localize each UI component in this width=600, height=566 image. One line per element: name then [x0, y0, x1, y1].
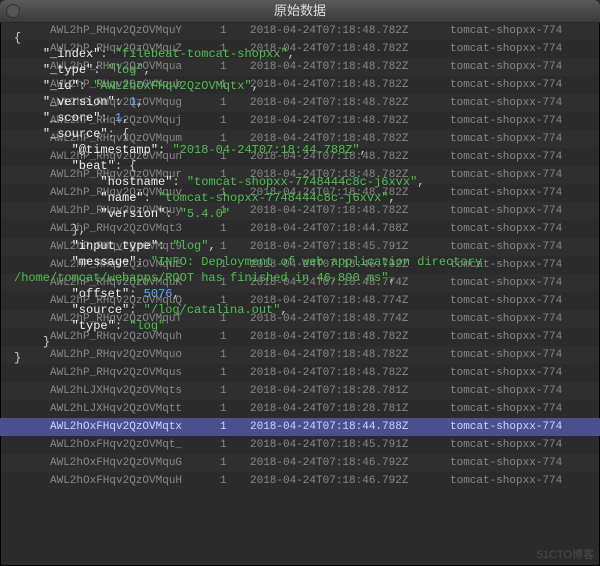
- row-timestamp: 2018-04-24T07:18:48.782Z: [250, 112, 450, 130]
- row-timestamp: 2018-04-24T07:18:48.782Z: [250, 364, 450, 382]
- table-row[interactable]: AWL2hP_RHqv2QzOVMqus12018-04-24T07:18:48…: [0, 364, 600, 382]
- row-timestamp: 2018-04-24T07:18:45.791Z: [250, 436, 450, 454]
- row-count: 1: [220, 472, 250, 490]
- row-timestamp: 2018-04-24T07:18:44.788Z: [250, 220, 450, 238]
- row-id: AWL2hOxFHqv2QzOVMquH: [0, 472, 220, 490]
- table-row[interactable]: AWL2hP_RHqv2QzOVMquo12018-04-24T07:18:48…: [0, 346, 600, 364]
- row-id: AWL2hOxFHqv2QzOVMquG: [0, 454, 220, 472]
- row-timestamp: 2018-04-24T07:18:45.791Z: [250, 238, 450, 256]
- row-host: tomcat-shopxx-774: [450, 112, 600, 130]
- table-row[interactable]: AWL2hP_RHqv2QzOVMqt312018-04-24T07:18:44…: [0, 220, 600, 238]
- row-host: tomcat-shopxx-774: [450, 130, 600, 148]
- row-host: tomcat-shopxx-774: [450, 274, 600, 292]
- row-timestamp: 2018-04-24T07:18:44.788Z: [250, 418, 450, 436]
- row-count: 1: [220, 112, 250, 130]
- row-host: tomcat-shopxx-774: [450, 40, 600, 58]
- row-host: tomcat-shopxx-774: [450, 418, 600, 436]
- row-host: tomcat-shopxx-774: [450, 22, 600, 40]
- row-host: tomcat-shopxx-774: [450, 364, 600, 382]
- row-host: tomcat-shopxx-774: [450, 184, 600, 202]
- table-row[interactable]: AWL2hOxFHqv2QzOVMquH12018-04-24T07:18:46…: [0, 472, 600, 490]
- row-timestamp: 2018-04-24T07:18:48.782Z: [250, 76, 450, 94]
- row-host: tomcat-shopxx-774: [450, 436, 600, 454]
- row-count: 1: [220, 364, 250, 382]
- row-host: tomcat-shopxx-774: [450, 454, 600, 472]
- titlebar: 原始数据: [0, 0, 600, 23]
- table-row[interactable]: AWL2hP_RHqv2QzOVMquY12018-04-24T07:18:48…: [0, 22, 600, 40]
- row-count: 1: [220, 94, 250, 112]
- table-row[interactable]: AWL2hOxFHqv2QzOVMqtx12018-04-24T07:18:44…: [0, 418, 600, 436]
- row-count: 1: [220, 436, 250, 454]
- raw-data-window: 原始数据 AWL2hP_RHqv2QzOVMquY12018-04-24T07:…: [0, 0, 600, 566]
- row-timestamp: 2018-04-24T07:18:48.782Z: [250, 346, 450, 364]
- row-id: AWL2hLJXHqv2QzOVMqtt: [0, 400, 220, 418]
- close-icon[interactable]: [6, 4, 20, 18]
- row-count: 1: [220, 328, 250, 346]
- row-host: tomcat-shopxx-774: [450, 202, 600, 220]
- row-host: tomcat-shopxx-774: [450, 148, 600, 166]
- row-host: tomcat-shopxx-774: [450, 400, 600, 418]
- row-host: tomcat-shopxx-774: [450, 310, 600, 328]
- row-host: tomcat-shopxx-774: [450, 238, 600, 256]
- row-timestamp: 2018-04-24T07:18:46.792Z: [250, 454, 450, 472]
- row-id: AWL2hP_RHqv2QzOVMquo: [0, 346, 220, 364]
- row-timestamp: 2018-04-24T07:18:28.781Z: [250, 400, 450, 418]
- row-host: tomcat-shopxx-774: [450, 346, 600, 364]
- row-timestamp: 2018-04-24T07:18:48.782Z: [250, 328, 450, 346]
- row-host: tomcat-shopxx-774: [450, 472, 600, 490]
- row-host: tomcat-shopxx-774: [450, 220, 600, 238]
- row-count: 1: [220, 454, 250, 472]
- row-id: AWL2hLJXHqv2QzOVMqts: [0, 382, 220, 400]
- table-row[interactable]: AWL2hLJXHqv2QzOVMqts12018-04-24T07:18:28…: [0, 382, 600, 400]
- row-timestamp: 2018-04-24T07:18:48.782Z: [250, 22, 450, 40]
- row-timestamp: 2018-04-24T07:18:48.782Z: [250, 94, 450, 112]
- row-id: AWL2hP_RHqv2QzOVMqt3: [0, 220, 220, 238]
- row-host: tomcat-shopxx-774: [450, 382, 600, 400]
- row-count: 1: [220, 382, 250, 400]
- row-host: tomcat-shopxx-774: [450, 94, 600, 112]
- table-row[interactable]: AWL2hOxFHqv2QzOVMqt_12018-04-24T07:18:45…: [0, 436, 600, 454]
- row-host: tomcat-shopxx-774: [450, 292, 600, 310]
- row-count: 1: [220, 220, 250, 238]
- row-timestamp: 2018-04-24T07:18:46.792Z: [250, 472, 450, 490]
- row-host: tomcat-shopxx-774: [450, 76, 600, 94]
- table-row[interactable]: AWL2hOxFHqv2QzOVMquG12018-04-24T07:18:46…: [0, 454, 600, 472]
- row-host: tomcat-shopxx-774: [450, 58, 600, 76]
- row-id: AWL2hOxFHqv2QzOVMqt_: [0, 436, 220, 454]
- row-count: 1: [220, 346, 250, 364]
- row-id: AWL2hP_RHqv2QzOVMquY: [0, 22, 220, 40]
- row-count: 1: [220, 400, 250, 418]
- row-host: tomcat-shopxx-774: [450, 328, 600, 346]
- row-host: tomcat-shopxx-774: [450, 166, 600, 184]
- row-count: 1: [220, 22, 250, 40]
- row-count: 1: [220, 238, 250, 256]
- row-timestamp: 2018-04-24T07:18:28.781Z: [250, 382, 450, 400]
- row-id: AWL2hP_RHqv2QzOVMqus: [0, 364, 220, 382]
- window-title: 原始数据: [274, 3, 326, 18]
- row-count: 1: [220, 418, 250, 436]
- table-row[interactable]: AWL2hLJXHqv2QzOVMqtt12018-04-24T07:18:28…: [0, 400, 600, 418]
- row-id: AWL2hOxFHqv2QzOVMqtx: [0, 418, 220, 436]
